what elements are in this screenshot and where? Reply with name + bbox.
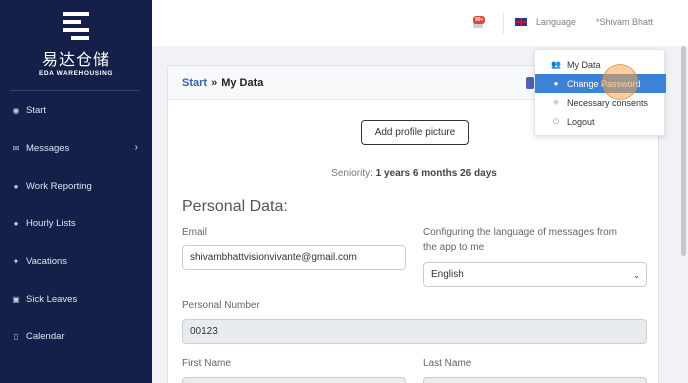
logo: 易达仓储 EDA WAREHOUSING: [0, 12, 152, 77]
last-name-field[interactable]: [423, 377, 647, 383]
breadcrumb-separator: »: [211, 76, 218, 89]
email-label: Email: [182, 227, 208, 238]
sidebar-item-label: Sick Leaves: [26, 293, 78, 305]
chevron-down-icon: ⌄: [633, 271, 640, 280]
menu-item-label: Necessary consents: [567, 97, 649, 108]
page-scrollbar[interactable]: [681, 46, 686, 256]
users-icon: 👥: [551, 60, 561, 69]
sidebar-item-vacations[interactable]: ✦ Vacations: [0, 243, 152, 281]
email-field[interactable]: shivambhattvisionvivante@gmail.com: [182, 245, 406, 270]
seniority-label: Seniority:: [331, 168, 373, 179]
sidebar-item-messages[interactable]: ✉ Messages ›: [0, 130, 152, 168]
briefcase-icon: ▣: [12, 294, 20, 304]
logo-chinese-text: 易达仓储: [41, 50, 110, 69]
logo-english-text: EDA WAREHOUSING: [38, 70, 114, 77]
menu-item-label: My Data: [567, 59, 601, 70]
sidebar-item-label: Hourly Lists: [26, 218, 76, 230]
message-language-select[interactable]: English ⌄: [423, 262, 647, 287]
user-menu-button[interactable]: *Shivam Bhatt: [596, 17, 653, 27]
logo-mark-icon: [59, 12, 93, 42]
last-name-label: Last Name: [423, 358, 472, 369]
breadcrumb-start-link[interactable]: Start: [182, 77, 207, 89]
envelope-icon: ✉: [12, 144, 20, 154]
click-indicator: [602, 64, 638, 100]
sidebar-item-label: Start: [26, 105, 47, 117]
sidebar-item-label: Vacations: [26, 256, 68, 268]
sidebar: 易达仓储 EDA WAREHOUSING ◉ Start ✉ Messages …: [0, 0, 152, 383]
seniority-value: 1 years 6 months 26 days: [375, 168, 497, 179]
clock-icon: ●: [13, 181, 19, 191]
sidebar-item-sick-leaves[interactable]: ▣ Sick Leaves: [0, 280, 152, 318]
sidebar-item-start[interactable]: ◉ Start: [0, 92, 152, 130]
personal-number-label: Personal Number: [182, 300, 260, 311]
sidebar-item-calendar[interactable]: ▯ Calendar: [0, 318, 152, 356]
first-name-field[interactable]: [182, 377, 406, 383]
sidebar-item-hourly-lists[interactable]: ● Hourly Lists: [0, 205, 152, 243]
sidebar-item-label: Work Reporting: [26, 180, 92, 192]
power-icon: ⏻: [552, 116, 560, 126]
personal-data-title: Personal Data:: [182, 198, 288, 215]
first-name-label: First Name: [182, 358, 231, 369]
add-profile-picture-button[interactable]: Add profile picture: [361, 120, 469, 145]
edit-icon[interactable]: [526, 77, 534, 89]
clock-icon: ●: [13, 219, 19, 229]
user-dropdown-menu: 👥 My Data ● Change Password ✳ Necessary …: [534, 49, 666, 136]
palm-icon: ✦: [12, 257, 20, 267]
menu-item-my-data[interactable]: 👥 My Data: [535, 55, 666, 74]
menu-item-logout[interactable]: ⏻ Logout: [535, 112, 666, 131]
topbar-divider: [503, 12, 504, 34]
page-title: My Data: [221, 76, 264, 89]
user-icon: ●: [553, 79, 559, 88]
sidebar-item-work-reporting[interactable]: ● Work Reporting: [0, 167, 152, 205]
language-config-label-line2: the app to me: [423, 242, 485, 253]
personal-number-field[interactable]: 00123: [182, 319, 647, 344]
top-bar: 99+ Language *Shivam Bhatt: [152, 0, 688, 46]
document-icon: ▯: [13, 332, 19, 342]
seniority-text: Seniority: 1 years 6 months 26 days: [168, 168, 660, 179]
uk-flag-icon[interactable]: [515, 18, 527, 26]
language-config-label-line1: Configuring the language of messages fro…: [423, 227, 618, 238]
notification-badge: 99+: [473, 16, 486, 24]
message-language-value: English: [431, 269, 464, 280]
sidebar-item-label: Calendar: [26, 331, 65, 343]
menu-item-label: Logout: [567, 116, 595, 127]
asterisk-icon: ✳: [552, 98, 560, 107]
sidebar-nav: ◉ Start ✉ Messages › ● Work Reporting ● …: [0, 92, 152, 356]
menu-item-change-password[interactable]: ● Change Password: [535, 74, 666, 93]
chevron-right-icon: ›: [134, 141, 138, 153]
dashboard-icon: ◉: [12, 106, 20, 116]
sidebar-item-label: Messages: [26, 143, 70, 155]
sidebar-divider: [10, 90, 140, 91]
menu-item-necessary-consents[interactable]: ✳ Necessary consents: [535, 93, 666, 112]
language-selector[interactable]: Language: [536, 17, 576, 27]
